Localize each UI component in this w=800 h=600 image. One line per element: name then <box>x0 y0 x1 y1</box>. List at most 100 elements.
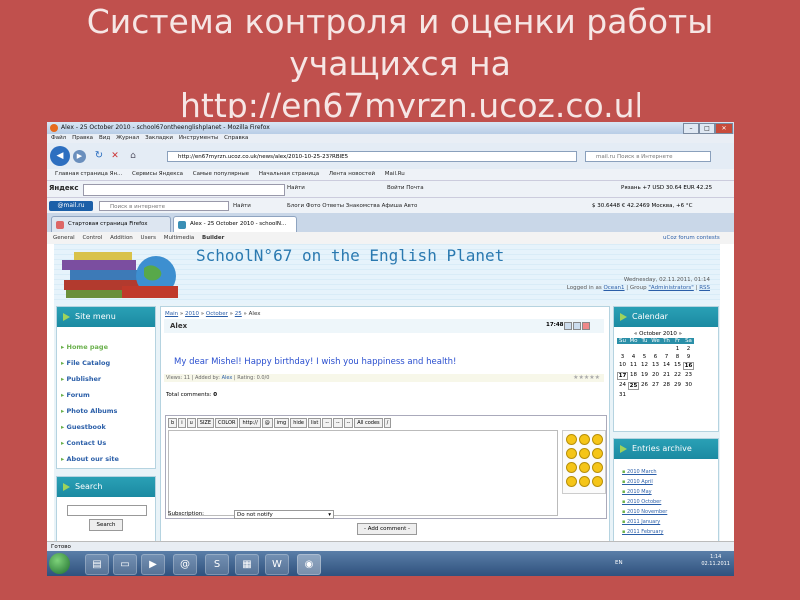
smile-icon[interactable] <box>592 448 603 459</box>
bold-button[interactable]: b <box>168 418 178 428</box>
smile-icon[interactable] <box>592 476 603 487</box>
calendar-day[interactable]: 14 <box>661 362 672 370</box>
skype-icon[interactable]: S <box>205 554 229 575</box>
archive-link[interactable]: 2011 February <box>622 529 663 535</box>
size-select[interactable]: SIZE <box>196 418 214 428</box>
home-icon[interactable]: ⌂ <box>127 150 139 162</box>
mailru-items[interactable]: Блоги Фото Ответы Знакомства Афиша Авто <box>287 203 417 209</box>
archive-link[interactable]: 2010 March <box>622 469 657 475</box>
system-clock[interactable]: 1:14 02.11.2011 <box>701 554 730 568</box>
bookmark-item[interactable]: Самые популярные <box>193 171 249 177</box>
list-button[interactable]: list <box>308 418 322 428</box>
site-search-input[interactable] <box>67 505 147 516</box>
mailru-find-button[interactable]: Найти <box>233 203 251 209</box>
calendar-day[interactable]: 17 <box>617 372 628 380</box>
calendar-day[interactable]: 4 <box>628 354 639 360</box>
yandex-find-button[interactable]: Найти <box>287 185 305 191</box>
delete-icon[interactable] <box>582 322 590 330</box>
calendar-day[interactable]: 30 <box>683 382 694 390</box>
smile-icon[interactable] <box>592 434 603 445</box>
hide-button[interactable]: hide <box>290 418 308 428</box>
slide-url-link[interactable]: http://en67myrzn.ucoz.co.uk <box>180 86 640 118</box>
bookmark-item[interactable]: Лента новостей <box>329 171 375 177</box>
maximize-button[interactable]: □ <box>699 123 715 134</box>
calendar-day[interactable]: 8 <box>672 354 683 360</box>
menu-home[interactable]: Home page <box>61 342 149 352</box>
ucoz-menu-item[interactable]: General <box>53 235 75 241</box>
breadcrumb-main[interactable]: Main <box>165 311 178 317</box>
site-search-button[interactable]: Search <box>89 519 123 531</box>
menu-bookmarks[interactable]: Закладки <box>145 135 173 141</box>
ucoz-forum-link[interactable]: uCoz forum contests <box>663 232 720 244</box>
breadcrumb-year[interactable]: 2010 <box>185 311 199 317</box>
smile-icon[interactable] <box>566 448 577 459</box>
ucoz-menu-item[interactable]: Users <box>141 235 156 241</box>
calendar-day[interactable]: 16 <box>683 362 694 370</box>
archive-link[interactable]: 2010 October <box>622 499 661 505</box>
calendar-day[interactable]: 11 <box>628 362 639 370</box>
browser-search-input[interactable]: mail.ru Поиск в Интернете <box>585 151 711 162</box>
calendar-day[interactable]: 18 <box>628 372 639 380</box>
menu-about[interactable]: About our site <box>61 454 149 464</box>
smile-icon[interactable] <box>579 448 590 459</box>
ucoz-menu-item[interactable]: Builder <box>202 235 224 241</box>
yandex-search-input[interactable] <box>83 184 285 196</box>
smile-icon[interactable] <box>566 476 577 487</box>
tool-button[interactable]: -- <box>332 418 343 428</box>
calendar-month[interactable]: « October 2010 » <box>617 331 699 337</box>
forward-button[interactable]: ▶ <box>73 150 86 163</box>
calendar-day[interactable]: 19 <box>639 372 650 380</box>
breadcrumb-day[interactable]: 25 <box>235 311 242 317</box>
calendar-day[interactable]: 5 <box>639 354 650 360</box>
italic-button[interactable]: i <box>178 418 186 428</box>
menu-tools[interactable]: Инструменты <box>179 135 218 141</box>
menu-photo-albums[interactable]: Photo Albums <box>61 406 149 416</box>
bookmark-item[interactable]: Начальная страница <box>259 171 319 177</box>
menu-file[interactable]: Файл <box>51 135 66 141</box>
archive-link[interactable]: 2011 January <box>622 519 660 525</box>
rss-link[interactable]: RSS <box>699 285 710 291</box>
menu-edit[interactable]: Правка <box>72 135 93 141</box>
calendar-day[interactable]: 21 <box>661 372 672 380</box>
email-button[interactable]: @ <box>261 418 273 428</box>
menu-history[interactable]: Журнал <box>116 135 139 141</box>
smile-icon[interactable] <box>566 462 577 473</box>
menu-help[interactable]: Справка <box>224 135 248 141</box>
calendar-day[interactable]: 3 <box>617 354 628 360</box>
stop-icon[interactable]: ✕ <box>109 150 121 162</box>
underline-button[interactable]: u <box>186 418 196 428</box>
explorer-icon[interactable]: ▤ <box>85 554 109 575</box>
reload-icon[interactable]: ↻ <box>93 150 105 162</box>
calendar-day[interactable]: 22 <box>672 372 683 380</box>
ucoz-menu-item[interactable]: Multimedia <box>164 235 195 241</box>
entry-author-link[interactable]: Alex <box>222 375 233 381</box>
ucoz-menu-item[interactable]: Control <box>82 235 102 241</box>
mail-agent-icon[interactable]: @ <box>173 554 197 575</box>
media-player-icon[interactable]: ▶ <box>141 554 165 575</box>
calendar-day[interactable]: 29 <box>672 382 683 390</box>
move-icon[interactable] <box>573 322 581 330</box>
tab-start-page[interactable]: Стартовая страница Firefox <box>51 216 171 232</box>
smile-icon[interactable] <box>579 476 590 487</box>
menu-contact-us[interactable]: Contact Us <box>61 438 149 448</box>
calendar-day[interactable]: 26 <box>639 382 650 390</box>
word-icon[interactable]: W <box>265 554 289 575</box>
tool-button[interactable]: -- <box>343 418 354 428</box>
smile-icon[interactable] <box>579 434 590 445</box>
office-icon[interactable]: ▦ <box>235 554 259 575</box>
language-indicator[interactable]: EN <box>615 560 623 566</box>
calendar-day[interactable]: 31 <box>617 392 628 398</box>
user-link[interactable]: Ocean1 <box>603 285 624 291</box>
menu-guestbook[interactable]: Guestbook <box>61 422 149 432</box>
calendar-day[interactable]: 9 <box>683 354 694 360</box>
bookmark-item[interactable]: Mail.Ru <box>385 171 405 177</box>
archive-link[interactable]: 2010 May <box>622 489 652 495</box>
calendar-day[interactable]: 27 <box>650 382 661 390</box>
image-button[interactable]: img <box>273 418 290 428</box>
calendar-day[interactable]: 20 <box>650 372 661 380</box>
yandex-items[interactable]: Войти Почта <box>387 185 424 191</box>
group-link[interactable]: "Administrators" <box>648 285 693 291</box>
breadcrumb-month[interactable]: October <box>206 311 228 317</box>
archive-link[interactable]: 2010 April <box>622 479 653 485</box>
bookmark-item[interactable]: Сервисы Яндекса <box>132 171 183 177</box>
